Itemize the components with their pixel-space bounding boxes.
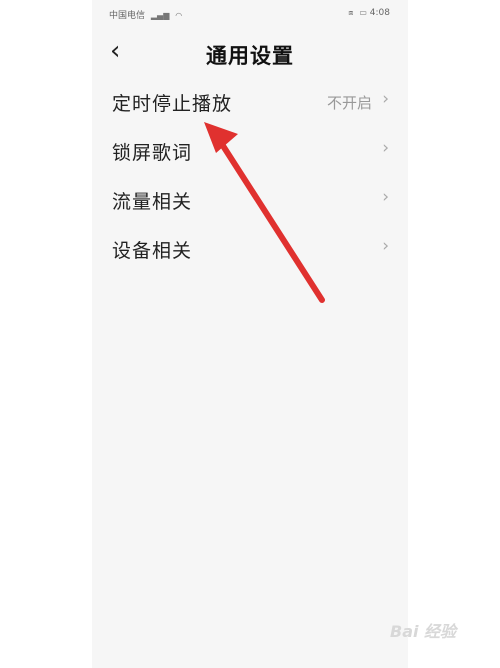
annotation-arrow — [204, 122, 325, 303]
watermark: Bai 经验 — [390, 622, 457, 641]
